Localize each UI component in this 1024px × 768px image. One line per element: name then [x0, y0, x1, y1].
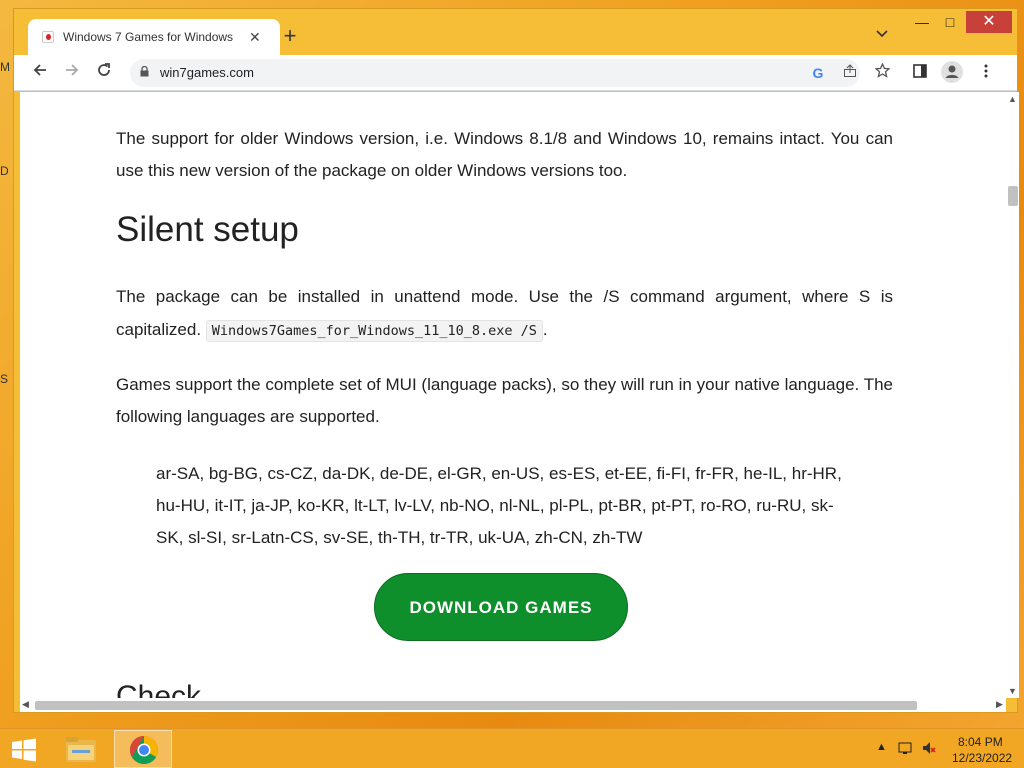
- clock-time[interactable]: 8:04 PM: [958, 735, 1003, 749]
- address-bar[interactable]: win7games.com G: [130, 59, 891, 87]
- title-bar[interactable]: Windows 7 Games for Windows ✕ + — □ ✕: [14, 9, 1017, 55]
- chrome-window: Windows 7 Games for Windows ✕ + — □ ✕ wi…: [13, 8, 1019, 713]
- tab-title: Windows 7 Games for Windows: [63, 30, 234, 44]
- desktop-icon-label[interactable]: M: [0, 60, 12, 74]
- browser-toolbar: win7games.com G: [14, 55, 1017, 91]
- file-explorer-taskbar-button[interactable]: [52, 730, 110, 768]
- google-lens-icon[interactable]: G: [806, 61, 830, 85]
- side-panel-icon[interactable]: [908, 61, 932, 85]
- volume-muted-icon[interactable]: [921, 740, 937, 759]
- lock-icon: [140, 66, 149, 77]
- folder-icon: [66, 737, 96, 762]
- clock-date[interactable]: 12/23/2022: [952, 751, 1012, 765]
- reload-icon[interactable]: [92, 61, 116, 85]
- horizontal-scroll-thumb[interactable]: [35, 701, 917, 710]
- chrome-icon: [130, 736, 158, 764]
- maximize-button[interactable]: □: [936, 11, 964, 33]
- scroll-left-arrow-icon[interactable]: ◀: [22, 699, 29, 710]
- forward-arrow-icon[interactable]: [60, 61, 84, 85]
- tab-close-icon[interactable]: ✕: [249, 30, 261, 44]
- network-icon[interactable]: [898, 740, 914, 759]
- horizontal-scrollbar[interactable]: ◀ ▶: [20, 698, 1006, 712]
- desktop-icon-label[interactable]: S: [0, 372, 12, 386]
- scroll-down-arrow-icon[interactable]: ▼: [1008, 686, 1017, 696]
- bookmark-star-icon[interactable]: [870, 61, 894, 85]
- desktop-icon-label[interactable]: D: [0, 164, 12, 178]
- languages-list: ar-SA, bg-BG, cs-CZ, da-DK, de-DE, el-GR…: [156, 464, 842, 547]
- command-code: Windows7Games_for_Windows_11_10_8.exe /S: [205, 320, 543, 342]
- url-text[interactable]: win7games.com: [160, 65, 254, 80]
- sentence-end: .: [542, 320, 548, 339]
- new-tab-button[interactable]: +: [278, 25, 302, 49]
- chevron-down-icon: [876, 30, 888, 38]
- minimize-button[interactable]: —: [908, 11, 936, 33]
- next-section-heading: Check: [116, 680, 202, 698]
- close-button[interactable]: ✕: [966, 11, 1012, 33]
- profile-avatar-icon[interactable]: [940, 61, 964, 85]
- browser-tab[interactable]: Windows 7 Games for Windows ✕: [28, 19, 280, 55]
- mui-paragraph: Games support the complete set of MUI (l…: [116, 375, 893, 426]
- silent-setup-paragraph: The package can be installed in unattend…: [116, 280, 893, 348]
- scroll-up-arrow-icon[interactable]: ▲: [1008, 94, 1017, 104]
- windows-start-icon[interactable]: [10, 738, 38, 762]
- download-games-button[interactable]: DOWNLOAD GAMES: [374, 573, 628, 641]
- vertical-scrollbar[interactable]: ▲ ▼: [1006, 92, 1019, 698]
- scroll-right-arrow-icon[interactable]: ▶: [996, 699, 1003, 710]
- back-arrow-icon[interactable]: [28, 61, 52, 85]
- site-favicon-icon: [42, 31, 54, 43]
- share-icon[interactable]: [838, 61, 862, 85]
- intro-paragraph: The support for older Windows version, i…: [116, 129, 893, 180]
- section-heading: Silent setup: [116, 210, 299, 249]
- tab-search-button[interactable]: [876, 27, 888, 41]
- page-viewport: The support for older Windows version, i…: [20, 92, 1006, 698]
- taskbar: ▲ 8:04 PM 12/23/2022: [0, 728, 1024, 768]
- chrome-taskbar-button[interactable]: [114, 730, 172, 768]
- menu-kebab-icon[interactable]: [974, 61, 998, 85]
- show-hidden-icons-icon[interactable]: ▲: [876, 741, 887, 753]
- vertical-scroll-thumb[interactable]: [1008, 186, 1018, 206]
